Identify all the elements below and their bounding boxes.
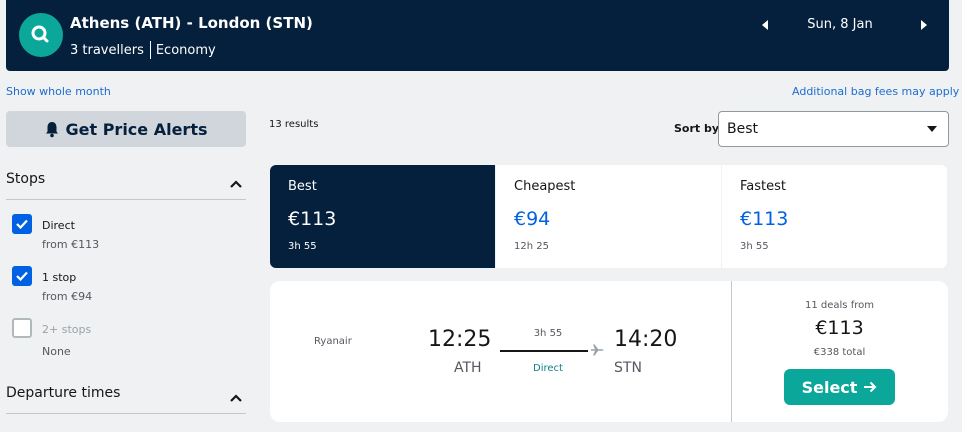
next-date-button[interactable] (917, 16, 931, 34)
tab-duration: 3h 55 (288, 241, 317, 252)
cabin-class: Economy (155, 42, 216, 58)
direct-label: Direct (42, 219, 75, 232)
one-stop-label: 1 stop (42, 271, 77, 284)
tab-cheapest[interactable]: Cheapest €94 12h 25 (496, 165, 721, 268)
travellers-count: 3 travellers (70, 42, 144, 58)
departure-airport: ATH (454, 360, 482, 376)
departure-date: Sun, 8 Jan (807, 17, 873, 32)
deals-count: 11 deals from (805, 300, 874, 311)
departure-time: 12:25 (428, 327, 492, 352)
arrival-airport: STN (614, 360, 642, 376)
results-count: 13 results (269, 119, 319, 130)
tab-price: €113 (740, 208, 789, 230)
total-price: €338 total (813, 347, 866, 358)
tab-price: €94 (514, 208, 551, 230)
arrow-right-icon (864, 381, 877, 393)
tab-label: Cheapest (514, 179, 576, 194)
sort-value: Best (727, 121, 759, 137)
two-plus-stops-label: 2+ stops (42, 323, 92, 336)
previous-date-button[interactable] (758, 16, 772, 34)
caret-left-icon (762, 20, 768, 30)
chevron-up-icon[interactable] (229, 174, 243, 188)
departure-times-title: Departure times (6, 385, 121, 401)
flight-duration: 3h 55 (533, 328, 563, 339)
route-title: Athens (ATH) - London (STN) (70, 14, 313, 32)
bag-fees-link[interactable]: Additional bag fees may apply (792, 85, 959, 98)
stops-filter-title: Stops (6, 171, 46, 187)
tab-duration: 3h 55 (740, 241, 769, 252)
show-whole-month-link[interactable]: Show whole month (6, 85, 111, 98)
search-icon[interactable] (19, 13, 63, 57)
check-icon (16, 271, 28, 282)
caret-right-icon (921, 20, 927, 30)
plane-icon (591, 344, 604, 356)
divider (6, 413, 246, 414)
tab-price: €113 (288, 208, 337, 230)
divider (6, 199, 246, 200)
chevron-up-icon[interactable] (229, 388, 243, 402)
two-plus-stops-price: None (42, 345, 71, 358)
direct-price: from €113 (42, 238, 100, 251)
search-summary-header[interactable]: Athens (ATH) - London (STN) 3 travellers… (6, 0, 949, 71)
divider (149, 41, 151, 59)
tab-best[interactable]: Best €113 3h 55 (270, 165, 495, 268)
arrival-time: 14:20 (614, 327, 678, 352)
one-stop-checkbox[interactable] (12, 266, 32, 286)
flight-price: €113 (815, 317, 864, 339)
tab-label: Fastest (740, 179, 786, 194)
price-alerts-button[interactable]: Get Price Alerts (6, 111, 246, 147)
trip-details: 3 travellers Economy (70, 41, 216, 59)
price-alerts-label: Get Price Alerts (65, 119, 208, 139)
airline-name: Ryanair (314, 336, 352, 347)
flight-result-card[interactable]: Ryanair 12:25 ATH 3h 55 Direct 14:20 STN… (270, 281, 948, 422)
tab-fastest[interactable]: Fastest €113 3h 55 (722, 165, 947, 268)
select-label: Select (801, 377, 858, 397)
route-line (500, 350, 588, 352)
check-icon (16, 219, 28, 230)
one-stop-price: from €94 (42, 290, 93, 303)
sort-label: Sort by (674, 122, 720, 135)
stops-count: Direct (533, 363, 563, 374)
two-plus-stops-checkbox[interactable] (12, 318, 32, 338)
sort-select[interactable]: Best (718, 111, 949, 147)
direct-checkbox[interactable] (12, 214, 32, 234)
select-button[interactable]: Select (784, 369, 895, 405)
tab-label: Best (288, 179, 317, 194)
bell-icon (45, 121, 58, 137)
caret-down-icon (927, 126, 937, 132)
tab-duration: 12h 25 (514, 241, 549, 252)
